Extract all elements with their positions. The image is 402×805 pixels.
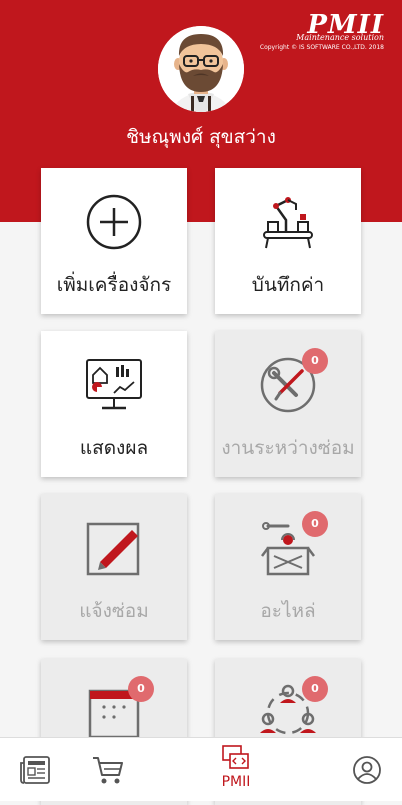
bottom-navigation: PMII [0, 737, 402, 801]
tile-display[interactable]: แสดงผล [41, 331, 187, 477]
tile-label: อะไหล่ [260, 600, 316, 622]
parts-count-badge: 0 [302, 511, 328, 537]
plus-circle-icon [86, 194, 142, 250]
profile-icon [353, 756, 381, 784]
nav-news[interactable] [18, 738, 54, 801]
tile-label: งานระหว่างซ่อม [221, 437, 355, 459]
app-logo: PMII Maintenance solution Copyright © IS… [260, 12, 384, 52]
copyright-text: Copyright © IS SOFTWARE CO.,LTD. 2018 [259, 44, 384, 51]
nav-pmii[interactable]: PMII [211, 738, 261, 801]
tile-label: แสดงผล [79, 437, 149, 459]
tile-add-machine[interactable]: เพิ่มเครื่องจักร [41, 168, 187, 314]
tile-label: แจ้งซ่อม [79, 600, 149, 622]
tile-label: เพิ่มเครื่องจักร [56, 274, 172, 296]
nav-cart[interactable] [90, 738, 126, 801]
bearded-man-icon [158, 26, 244, 112]
news-icon [20, 756, 50, 784]
pmii-code-icon [222, 745, 249, 769]
cart-icon [93, 757, 123, 784]
user-avatar[interactable] [158, 26, 244, 112]
tile-record-value[interactable]: บันทึกค่า [215, 168, 361, 314]
user-name: ชิษณุพงศ์ สุขสว่าง [126, 126, 276, 148]
pencil-note-icon [86, 522, 140, 576]
pending-count-badge: 0 [302, 348, 328, 374]
tile-spare-parts[interactable]: 0 อะไหล่ [215, 494, 361, 640]
nav-pmii-label: PMII [221, 774, 251, 790]
team-count-badge: 0 [302, 676, 328, 702]
tile-report-repair[interactable]: แจ้งซ่อม [41, 494, 187, 640]
tile-label: บันทึกค่า [251, 274, 325, 296]
logo-subtitle: Maintenance solution [296, 33, 384, 42]
tile-work-in-repair[interactable]: 0 งานระหว่างซ่อม [215, 331, 361, 477]
nav-profile[interactable] [350, 738, 384, 801]
robot-conveyor-icon [263, 197, 313, 249]
schedule-count-badge: 0 [128, 676, 154, 702]
dashboard-monitor-icon [86, 359, 142, 410]
